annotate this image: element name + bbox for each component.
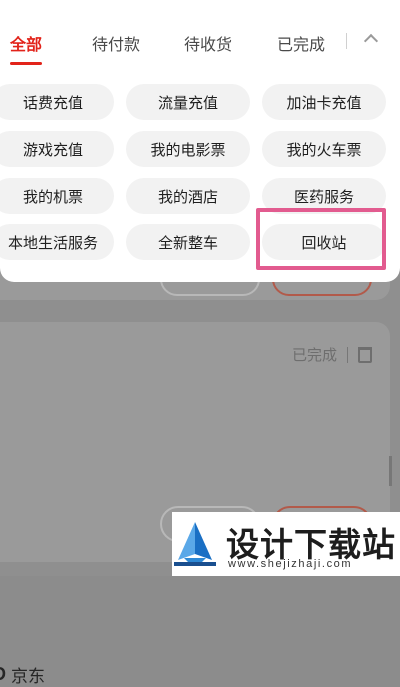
watermark-url: www.shejizhaji.com — [228, 558, 353, 570]
active-tab-indicator — [10, 62, 42, 65]
category-hotels[interactable]: 我的酒店 — [126, 178, 250, 214]
category-label: 流量充值 — [157, 93, 218, 112]
category-label: 我的电影票 — [150, 140, 226, 159]
store-row: JD 京东 — [0, 662, 45, 687]
chevron-up-icon[interactable] — [363, 33, 379, 49]
order-status: 已完成 — [291, 346, 337, 364]
order-filter-panel: 全部 待付款 待收货 已完成 话费充值 流量充值 加油卡充值 游戏充值 我的电影… — [0, 0, 400, 282]
category-data-recharge[interactable]: 流量充值 — [126, 84, 250, 120]
status-divider — [347, 346, 348, 363]
tab-pending-receipt[interactable]: 待收货 — [184, 31, 232, 55]
category-train-tickets[interactable]: 我的火车票 — [262, 131, 386, 167]
category-new-cars[interactable]: 全新整车 — [126, 224, 250, 260]
category-label: 加油卡充值 — [286, 93, 362, 112]
category-label: 话费充值 — [22, 93, 83, 112]
category-label: 游戏充值 — [22, 140, 83, 159]
tab-completed[interactable]: 已完成 — [277, 31, 325, 55]
tab-pending-payment[interactable]: 待付款 — [92, 31, 140, 55]
category-label: 医药服务 — [293, 187, 354, 206]
category-label: 我的火车票 — [286, 140, 362, 159]
trash-icon[interactable] — [358, 346, 372, 363]
category-movie-tickets[interactable]: 我的电影票 — [126, 131, 250, 167]
category-label: 本地生活服务 — [7, 233, 98, 252]
category-label: 我的机票 — [22, 187, 83, 206]
highlight-box — [256, 208, 386, 270]
category-label: 全新整车 — [157, 233, 218, 252]
category-phone-recharge[interactable]: 话费充值 — [0, 84, 114, 120]
scrollbar — [389, 456, 392, 486]
category-local-life-services[interactable]: 本地生活服务 — [0, 224, 114, 260]
order-status-row: 已完成 — [292, 344, 372, 365]
order-tabs: 全部 待付款 待收货 已完成 — [0, 0, 400, 80]
tab-all[interactable]: 全部 — [10, 31, 42, 55]
category-flight-tickets[interactable]: 我的机票 — [0, 178, 114, 214]
category-fuel-card-recharge[interactable]: 加油卡充值 — [262, 84, 386, 120]
watermark-logo-icon — [174, 522, 216, 566]
category-label: 我的酒店 — [157, 187, 218, 206]
watermark: 设计下载站 www.shejizhaji.com — [172, 512, 400, 576]
jd-logo: JD — [0, 664, 6, 685]
category-game-recharge[interactable]: 游戏充值 — [0, 131, 114, 167]
store-name: 京东 — [11, 667, 46, 687]
tab-separator — [346, 33, 347, 49]
